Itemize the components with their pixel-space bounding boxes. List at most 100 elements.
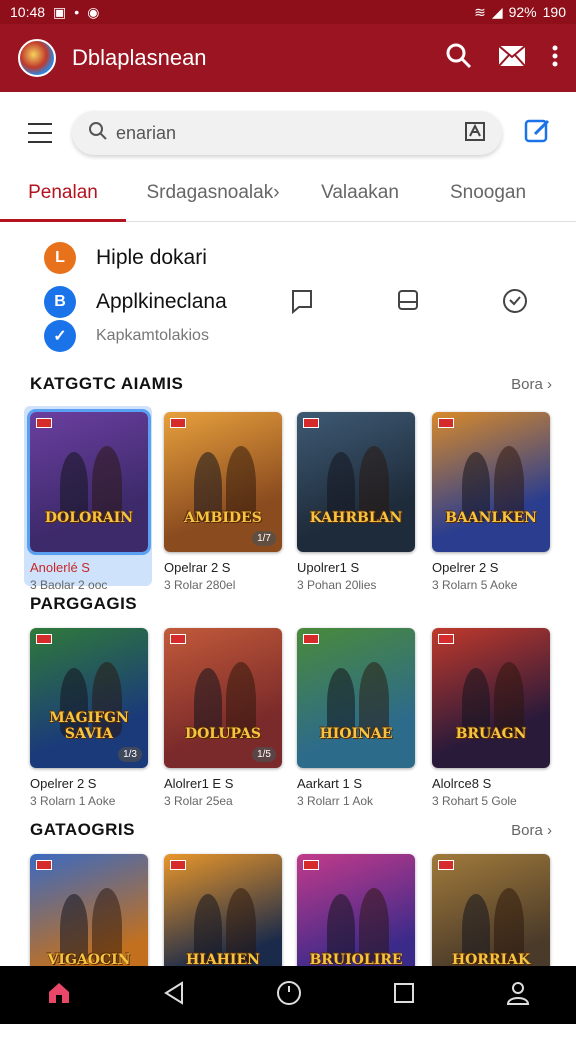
mail-icon[interactable] [498, 44, 526, 72]
image-count-badge: 1/7 [252, 531, 276, 546]
game-logo-text: HIOINAE [319, 726, 393, 742]
app-actions [446, 43, 558, 74]
circle-home-icon[interactable] [276, 980, 302, 1011]
game-title: Upolrer1 S [297, 560, 360, 575]
game-title: Aarkart 1 S [297, 776, 363, 791]
game-subtitle: 3 Rolarn 1 Aoke [30, 794, 116, 808]
account-label: Hiple dokari [96, 246, 207, 269]
system-nav-bar [0, 966, 576, 1024]
account-label: Applkineclana [96, 290, 227, 313]
search-field-icon [88, 121, 108, 146]
rating-badge [36, 418, 52, 428]
home-icon[interactable] [46, 981, 72, 1010]
game-cover-image[interactable]: AMBIDES 1/7 [164, 412, 282, 552]
game-logo-text: BAANLKEN [445, 510, 537, 526]
check-circle-icon[interactable] [502, 288, 528, 319]
game-cover-image[interactable]: DOLUPAS 1/5 [164, 628, 282, 768]
search-input[interactable]: enarian [72, 111, 502, 155]
game-card[interactable]: AMBIDES 1/7 Opelrar 2 S 3 Rolar 280el [164, 412, 282, 592]
game-title: Anolerlé S [30, 560, 90, 575]
back-icon[interactable] [163, 980, 185, 1010]
menu-icon[interactable] [28, 123, 52, 143]
rating-badge [170, 418, 186, 428]
rating-badge [438, 860, 454, 870]
tab-penalan[interactable]: Penalan [0, 174, 126, 222]
game-row: DOLORAIN Anolerlé S 3 Baolar 2 ooc AMBIDES 1… [0, 409, 576, 602]
tab-bar: Penalan Srdagasnoalak› Valaakan Snoogan [0, 174, 576, 222]
game-logo-text: DOLUPAS [184, 726, 262, 742]
dot-icon: • [74, 4, 80, 20]
game-cover-image[interactable]: MAGIFGN SAVIA 1/3 [30, 628, 148, 768]
game-card[interactable]: DOLORAIN Anolerlé S 3 Baolar 2 ooc [27, 409, 151, 592]
game-subtitle: 3 Pohan 20lies [297, 578, 377, 592]
image-notification-icon: ▣ [53, 3, 67, 20]
tab-valaakan[interactable]: Valaakan [300, 174, 420, 221]
game-card[interactable]: KAHRBLAN Upolrer1 S 3 Pohan 20lies [297, 412, 415, 592]
bookmark-add-icon[interactable] [464, 120, 486, 147]
game-title: Alolrce8 S [432, 776, 492, 791]
search-icon[interactable] [446, 43, 472, 74]
game-subtitle: 3 Rohart 5 Gole [432, 794, 517, 808]
rating-badge [438, 418, 454, 428]
section-title: GATAOGRIS [30, 820, 135, 839]
game-card[interactable]: BAANLKEN Opelrer 2 S 3 Rolarn 5 Aoke [432, 412, 550, 592]
account-row-third[interactable]: ✓ Kapkamtolakios [44, 320, 209, 352]
game-title: Opelrer 2 S [432, 560, 499, 575]
game-card[interactable]: DOLUPAS 1/5 Alolrer1 E S 3 Rolar 25ea [164, 628, 282, 808]
game-logo-text: MAGIFGN SAVIA [49, 710, 129, 742]
account-actions [290, 288, 528, 319]
game-title: Opelrer 2 S [30, 776, 97, 791]
game-cover-image[interactable]: BAANLKEN [432, 412, 550, 552]
game-subtitle: 3 Rolar 280el [164, 578, 236, 592]
game-title: Opelrar 2 S [164, 560, 231, 575]
rating-badge [438, 634, 454, 644]
game-logo-text: BRUAGN [455, 726, 527, 742]
account-row-second[interactable]: B Applkineclana [44, 286, 227, 318]
rating-badge [303, 634, 319, 644]
rating-badge [170, 634, 186, 644]
account-row-first[interactable]: L Hiple dokari [44, 242, 207, 274]
recents-icon[interactable] [393, 982, 415, 1009]
rating-badge [303, 418, 319, 428]
game-subtitle: 3 Rolar 25ea [164, 794, 233, 808]
app-title: Dblaplasnean [72, 45, 207, 70]
game-card[interactable]: HIOINAE Aarkart 1 S 3 Rolarr 1 Aok [297, 628, 415, 808]
game-logo-text: AMBIDES [184, 510, 262, 526]
inbox-icon[interactable] [396, 288, 420, 319]
image-count-badge: 1/3 [118, 747, 142, 762]
game-subtitle: 3 Baolar 2 ooc [30, 578, 108, 592]
tab-srdagasnoalak[interactable]: Srdagasnoalak› [126, 174, 300, 221]
verified-icon: ✓ [44, 320, 76, 352]
account-avatar-icon: B [44, 286, 76, 318]
tab-snoogan[interactable]: Snoogan [420, 174, 556, 221]
rating-badge [170, 860, 186, 870]
status-time: 10:48 [10, 4, 46, 20]
game-cover-image[interactable]: BRUAGN [432, 628, 550, 768]
more-vert-icon[interactable] [552, 45, 558, 72]
game-card[interactable]: BRUAGN Alolrce8 S 3 Rohart 5 Gole [432, 628, 550, 808]
rating-badge [303, 860, 319, 870]
rating-badge [36, 634, 52, 644]
section-title: PARGGAGIS [30, 594, 138, 613]
section-more-link[interactable]: Bora › [511, 376, 552, 393]
game-row: MAGIFGN SAVIA 1/3 Opelrer 2 S 3 Rolarn 1 Ao… [0, 628, 576, 818]
game-card[interactable]: MAGIFGN SAVIA 1/3 Opelrer 2 S 3 Rolarn 1 Ao… [30, 628, 148, 808]
account-avatar-icon: L [44, 242, 76, 274]
game-subtitle: 3 Rolarr 1 Aok [297, 794, 374, 808]
app-logo[interactable] [18, 39, 56, 77]
search-row: enarian [0, 92, 576, 174]
rating-badge [36, 860, 52, 870]
profile-icon[interactable] [506, 980, 530, 1011]
game-cover-image[interactable]: DOLORAIN [27, 409, 151, 555]
game-logo-text: DOLORAIN [44, 510, 134, 526]
image-count-badge: 1/5 [252, 747, 276, 762]
game-cover-image[interactable]: HIOINAE [297, 628, 415, 768]
game-title: Alolrer1 E S [164, 776, 234, 791]
comment-icon[interactable] [290, 288, 314, 319]
game-subtitle: 3 Rolarn 5 Aoke [432, 578, 518, 592]
status-bar: 10:48 ▣ • ◉ ≋ ◢ 92% 190 [0, 0, 576, 24]
section-more-link[interactable]: Bora › [511, 822, 552, 839]
compose-icon[interactable] [524, 117, 552, 150]
game-cover-image[interactable]: KAHRBLAN [297, 412, 415, 552]
search-placeholder: enarian [116, 122, 177, 143]
